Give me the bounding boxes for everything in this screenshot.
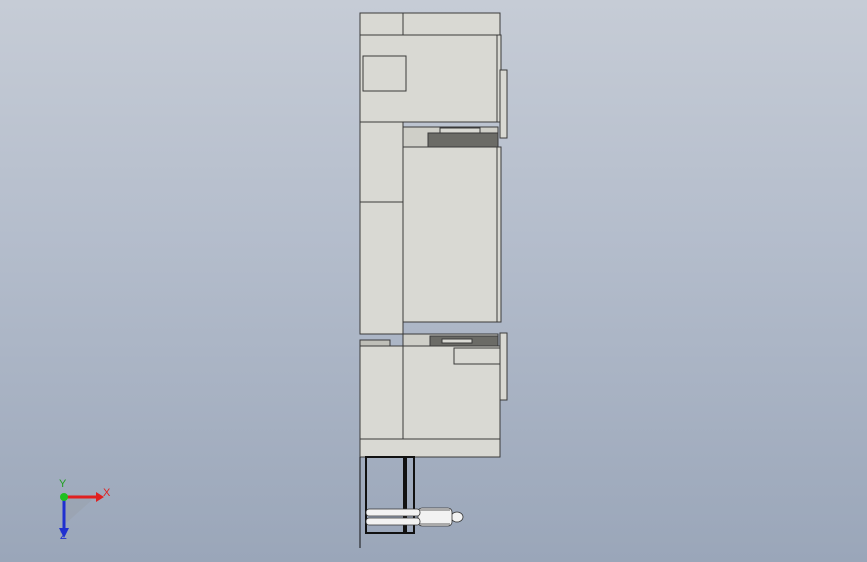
y-axis-point [60, 493, 68, 501]
tray-handle-upper [439, 127, 481, 134]
side-bracket-upper [499, 69, 508, 139]
left-column-middle [359, 201, 404, 335]
x-axis-label: X [103, 487, 111, 499]
inspection-window [362, 55, 407, 92]
lower-control-panel [453, 347, 501, 365]
machine-side-view-model[interactable] [0, 0, 867, 562]
dark-tray-upper [427, 132, 499, 148]
axis-triad: X Y Z [40, 478, 130, 550]
cad-viewport[interactable]: X Y Z [0, 0, 867, 562]
middle-cabinet [402, 146, 499, 323]
base-plate [359, 438, 501, 458]
middle-side-rail [496, 146, 502, 323]
triad-graphic [59, 492, 104, 538]
tray-handle-lower [441, 338, 473, 344]
left-column-upper [359, 121, 404, 203]
cable-clamp [359, 339, 391, 347]
y-axis-label: Y [59, 478, 67, 490]
z-axis-label: Z [60, 530, 67, 542]
side-bracket-lower [499, 332, 508, 401]
